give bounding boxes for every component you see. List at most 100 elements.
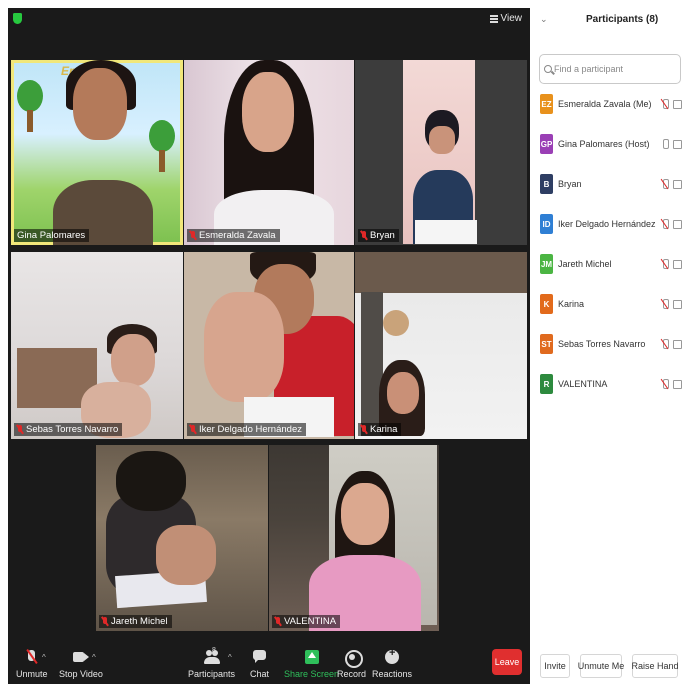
background-tree-trunk [27,110,33,132]
participant-hand [204,292,284,402]
mic-muted-icon[interactable] [662,339,669,349]
meeting-toolbar: Unmute ^ Stop Video ^ Participants 8 ^ C… [8,644,530,684]
share-screen-button[interactable]: Share Screen [284,650,339,679]
video-tile-sebas[interactable]: Sebas Torres Navarro [11,252,183,439]
leave-button[interactable]: Leave [492,649,522,675]
video-options-chevron-icon[interactable]: ^ [92,653,96,662]
video-tile-valentina[interactable]: VALENTINA [269,445,439,631]
avatar: GP [540,134,553,154]
participants-panel: ⌄ Participants (8) EZ Esmeralda Zavala (M… [530,0,682,686]
tile-name-label: VALENTINA [272,615,341,628]
tile-name-text: Iker Delgado Hernández [199,424,302,435]
video-camera-icon [72,650,89,664]
participants-count: 8 [212,647,216,654]
video-tile-karina[interactable]: Karina [355,252,527,439]
camera-icon[interactable] [673,219,682,229]
video-tile-jareth[interactable]: Jareth Michel [96,445,268,631]
tile-name-text: Jareth Michel [111,616,168,627]
participant-row[interactable]: EZ Esmeralda Zavala (Me) [530,92,682,116]
participant-name: Iker Delgado Hernández [558,219,656,229]
tile-name-text: Gina Palomares [17,230,86,241]
participant-face [73,68,127,140]
avatar: ST [540,334,553,354]
participant-name: Karina [558,299,585,309]
reactions-button[interactable]: Reactions [372,647,413,679]
mic-muted-icon[interactable] [662,179,669,189]
tile-name-text: VALENTINA [284,616,337,627]
avatar: B [540,174,553,194]
participants-options-chevron-icon[interactable]: ^ [228,653,232,662]
raise-hand-button[interactable]: Raise Hand [631,654,679,678]
participant-name: Esmeralda Zavala (Me) [558,99,652,109]
participant-search-input[interactable] [554,64,674,74]
video-tile-bryan[interactable]: Bryan [355,60,527,245]
view-button[interactable]: View [489,13,523,24]
participant-row[interactable]: JM Jareth Michel [530,252,682,276]
tile-name-label: Gina Palomares [14,229,90,242]
participant-row[interactable]: ST Sebas Torres Navarro [530,332,682,356]
collapse-chevron-icon[interactable]: ⌄ [540,14,548,25]
meeting-window: View Eres Gina Palomares Esmeralda Zaval… [8,8,530,684]
background-tree [17,80,43,112]
participant-face [111,334,155,386]
mic-muted-icon[interactable] [662,299,669,309]
stop-video-button[interactable]: Stop Video [59,650,103,679]
record-button[interactable]: Record [337,650,366,679]
camera-icon[interactable] [673,339,682,349]
grid-view-icon [489,14,498,23]
tile-name-label: Jareth Michel [99,615,172,628]
invite-button[interactable]: Invite [540,654,570,678]
participant-row[interactable]: GP Gina Palomares (Host) [530,132,682,156]
tile-name-label: Sebas Torres Navarro [14,423,123,436]
camera-icon[interactable] [673,299,682,309]
tile-name-text: Bryan [370,230,395,241]
participant-row[interactable]: R VALENTINA [530,372,682,396]
mic-muted-icon [102,617,108,626]
tile-name-label: Karina [358,423,402,436]
participant-face [341,483,389,545]
chat-button[interactable]: Chat [250,650,269,679]
participant-face [429,126,455,154]
camera-icon[interactable] [673,379,682,389]
mic-muted-icon[interactable] [662,99,669,109]
avatar: ID [540,214,553,234]
chat-label: Chat [250,669,270,679]
mic-muted-icon [190,231,196,240]
avatar: EZ [540,94,553,114]
mic-muted-icon[interactable] [662,259,669,269]
stop-video-label: Stop Video [59,669,103,679]
participant-hair [116,451,186,511]
participant-search[interactable] [539,54,681,84]
tile-name-label: Iker Delgado Hernández [187,423,306,436]
audio-options-chevron-icon[interactable]: ^ [42,653,46,662]
unmute-me-button[interactable]: Unmute Me [578,654,624,678]
participant-name: Jareth Michel [558,259,612,269]
view-label: View [500,13,523,24]
video-tile-iker[interactable]: Iker Delgado Hernández [184,252,354,439]
background-tree [149,120,175,152]
participant-row[interactable]: B Bryan [530,172,682,196]
participant-row[interactable]: K Karina [530,292,682,316]
mic-muted-icon[interactable] [662,219,669,229]
chat-icon [252,650,268,664]
mic-muted-icon[interactable] [662,379,669,389]
camera-icon[interactable] [673,139,682,149]
participant-row[interactable]: ID Iker Delgado Hernández [530,212,682,236]
video-tile-gina[interactable]: Eres Gina Palomares [11,60,183,245]
tile-name-text: Esmeralda Zavala [199,230,276,241]
avatar: K [540,294,553,314]
meeting-topbar: View [8,8,530,34]
camera-icon[interactable] [673,99,682,109]
tile-name-text: Sebas Torres Navarro [26,424,119,435]
participant-face [387,372,419,414]
avatar: JM [540,254,553,274]
mic-muted-icon [361,425,367,434]
reactions-label: Reactions [372,669,413,679]
camera-icon[interactable] [673,259,682,269]
camera-icon[interactable] [673,179,682,189]
video-tile-esmeralda[interactable]: Esmeralda Zavala [184,60,354,245]
participant-name: VALENTINA [558,379,608,389]
microphone-icon[interactable] [662,139,669,149]
shield-icon[interactable] [13,13,22,24]
participant-name: Bryan [558,179,582,189]
